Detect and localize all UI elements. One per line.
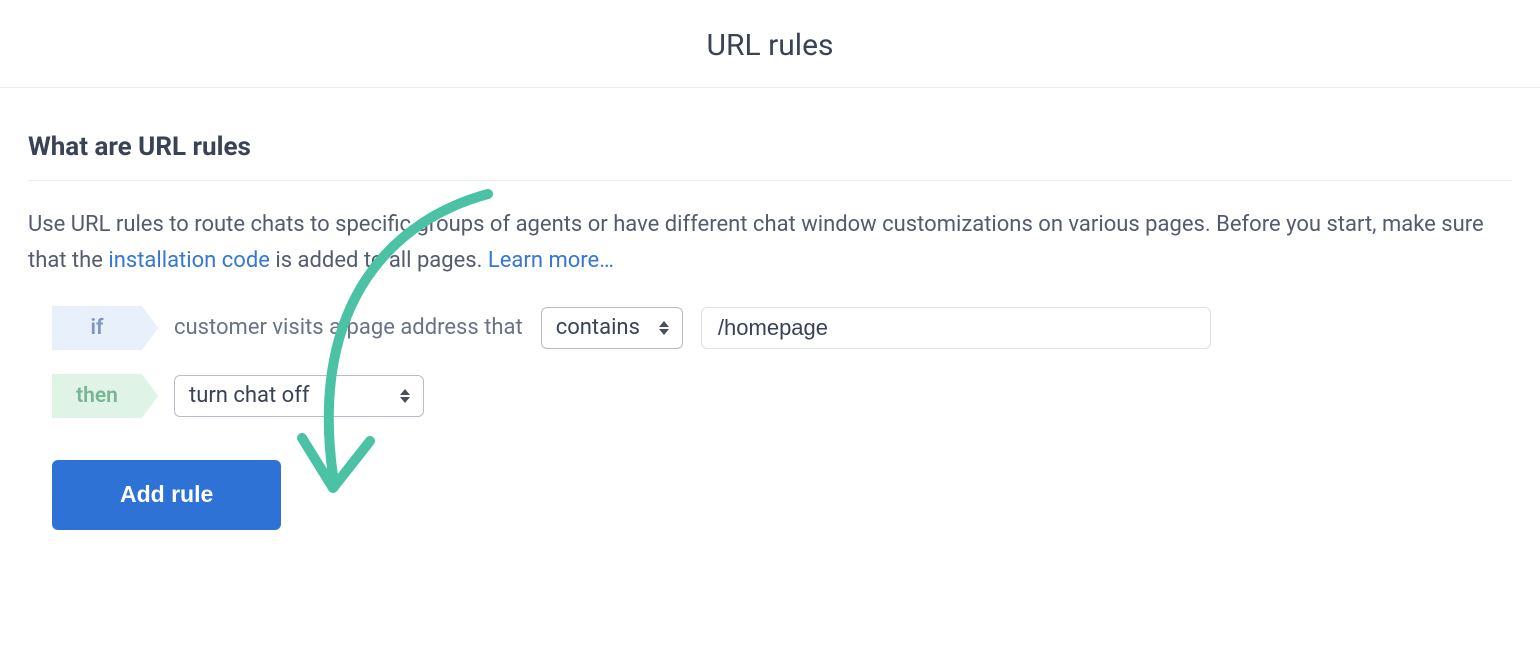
section-heading: What are URL rules: [28, 88, 1512, 181]
match-operator-select[interactable]: contains: [541, 307, 683, 349]
if-tag-label: if: [91, 316, 104, 340]
updown-icon: [656, 321, 672, 335]
then-tag-label: then: [76, 384, 118, 408]
add-rule-button[interactable]: Add rule: [52, 460, 281, 530]
condition-text: customer visits a page address that: [174, 315, 523, 340]
rule-then-row: then turn chat off: [28, 374, 1512, 418]
section-description: Use URL rules to route chats to specific…: [28, 181, 1488, 300]
if-tag: if: [52, 306, 142, 350]
then-tag: then: [52, 374, 142, 418]
updown-icon: [397, 389, 413, 403]
action-select-value: turn chat off: [189, 383, 309, 408]
learn-more-link[interactable]: Learn more…: [488, 248, 614, 273]
match-operator-value: contains: [556, 315, 640, 340]
url-value-input[interactable]: [701, 307, 1211, 349]
action-select[interactable]: turn chat off: [174, 375, 424, 417]
description-text-mid: is added to all pages.: [275, 248, 488, 273]
page-title: URL rules: [0, 0, 1540, 88]
rule-if-row: if customer visits a page address that c…: [28, 306, 1512, 350]
installation-code-link[interactable]: installation code: [108, 248, 270, 273]
